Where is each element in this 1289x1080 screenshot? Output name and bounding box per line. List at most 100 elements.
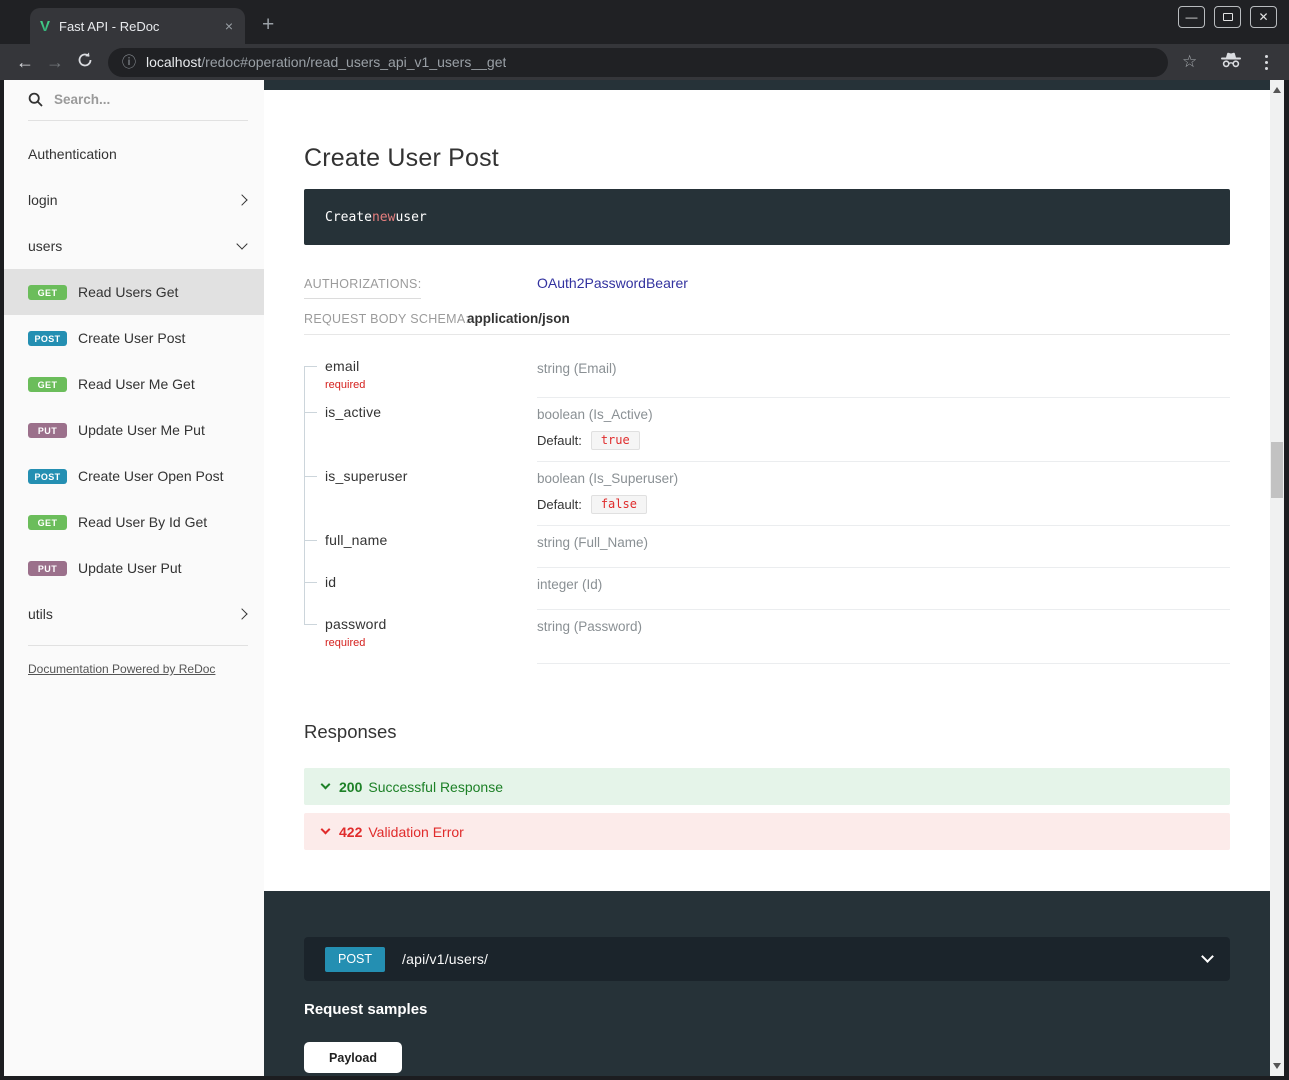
previous-panel-strip [264,80,1270,90]
url-text: localhost/redoc#operation/read_users_api… [146,54,506,70]
sidebar-operations-list: GET Read Users Get POST Create User Post… [4,269,264,591]
redoc-page: Search... Authentication login users GET… [4,80,1284,1076]
field-default: Default: true [537,431,1230,450]
field-name: full_name [325,532,388,548]
field-name: is_active [325,404,381,420]
field-type: string (Password) [537,619,642,634]
back-button[interactable]: ← [10,52,40,73]
redoc-footer-link[interactable]: Documentation Powered by ReDoc [28,662,240,676]
field-type: boolean (Is_Superuser) [537,471,678,486]
sidebar-item-users[interactable]: users [4,223,264,269]
request-samples-heading: Request samples [304,1001,427,1018]
chevron-right-icon [236,194,247,205]
response-row[interactable]: 200 Successful Response [304,768,1230,805]
scroll-down-icon[interactable] [1273,1063,1281,1069]
authorizations-row: AUTHORIZATIONS: OAuth2PasswordBearer [304,277,421,299]
schema-divider [304,334,1230,335]
sidebar-operation-create-user-post[interactable]: POST Create User Post [4,315,264,361]
field-type: integer (Id) [537,577,602,592]
schema-field-row[interactable]: id integer (Id) [304,568,1230,610]
authorizations-label: AUTHORIZATIONS: [304,277,421,299]
http-method-badge: POST [325,947,385,972]
search-placeholder: Search... [54,92,110,107]
reload-button[interactable] [76,51,94,74]
response-row[interactable]: 422 Validation Error [304,813,1230,850]
sidebar-operation-create-user-open-post[interactable]: POST Create User Open Post [4,453,264,499]
schema-label: REQUEST BODY SCHEMA: [304,312,469,326]
field-type: string (Email) [537,361,617,376]
scroll-up-icon[interactable] [1273,87,1281,93]
browser-tab[interactable]: V Fast API - ReDoc × [30,8,245,44]
schema-content-type: application/json [467,311,570,326]
schema-field-row[interactable]: is_superuser boolean (Is_Superuser) Defa… [304,462,1230,526]
sidebar-operation-update-user-put[interactable]: PUT Update User Put [4,545,264,591]
chevron-down-icon [321,780,331,790]
search-icon [28,92,43,107]
field-name: email [325,358,359,374]
schema-fields-table: email required string (Email) is_active … [304,352,1230,664]
scrollbar-thumb[interactable] [1271,442,1283,498]
forward-button[interactable]: → [40,52,70,73]
request-body-schema-row: REQUEST BODY SCHEMA: application/json [304,312,469,326]
responses-list: 200 Successful Response 422 Validation E… [304,768,1230,850]
sidebar-operation-read-users-get[interactable]: GET Read Users Get [4,269,264,315]
oauth2-link[interactable]: OAuth2PasswordBearer [537,275,688,291]
responses-heading: Responses [304,721,397,743]
bookmark-star-icon[interactable]: ☆ [1182,52,1197,72]
sidebar-item-authentication[interactable]: Authentication [4,131,264,177]
payload-tab[interactable]: Payload [304,1042,402,1073]
method-badge: POST [28,331,67,346]
endpoint-dropdown[interactable]: POST /api/v1/users/ [304,937,1230,981]
chevron-down-icon [321,825,331,835]
page-info-icon[interactable]: ⓘ [122,52,136,72]
schema-field-row[interactable]: full_name string (Full_Name) [304,526,1230,568]
method-badge: PUT [28,423,67,438]
method-badge: GET [28,515,67,530]
schema-field-row[interactable]: password required string (Password) [304,610,1230,664]
code-keyword: new [372,210,395,225]
chevron-right-icon [236,608,247,619]
vertical-scrollbar[interactable] [1270,80,1284,1076]
sidebar-item-utils[interactable]: utils [4,591,264,637]
window-minimize-button[interactable]: — [1178,6,1205,28]
main-content: Create User Post Create new user AUTHORI… [264,80,1270,1076]
field-default: Default: false [537,495,1230,514]
field-name: id [325,574,336,590]
browser-menu-icon[interactable] [1265,55,1268,70]
default-value-badge: true [591,431,640,450]
schema-field-row[interactable]: email required string (Email) [304,352,1230,398]
schema-field-row[interactable]: is_active boolean (Is_Active) Default: t… [304,398,1230,462]
required-flag: required [325,637,527,649]
required-flag: required [325,379,527,391]
sidebar-operation-update-user-me-put[interactable]: PUT Update User Me Put [4,407,264,453]
incognito-icon [1219,52,1243,73]
url-bar[interactable]: ⓘ localhost/redoc#operation/read_users_a… [108,48,1168,77]
field-type: string (Full_Name) [537,535,648,550]
new-tab-button[interactable]: + [262,14,274,35]
maximize-icon [1223,13,1233,21]
window-maximize-button[interactable] [1214,6,1241,28]
response-code: 200 [339,779,362,795]
sidebar-operation-read-user-by-id-get[interactable]: GET Read User By Id Get [4,499,264,545]
response-label: Validation Error [368,824,463,840]
default-value-badge: false [591,495,647,514]
sidebar: Search... Authentication login users GET… [4,80,264,1076]
method-badge: PUT [28,561,67,576]
browser-titlebar: V Fast API - ReDoc × + — ✕ [0,0,1289,44]
chevron-down-icon [1201,950,1214,963]
page-title: Create User Post [304,144,499,173]
sidebar-divider [28,645,248,646]
method-badge: POST [28,469,67,484]
response-code: 422 [339,824,362,840]
window-close-button[interactable]: ✕ [1250,6,1277,28]
sidebar-item-login[interactable]: login [4,177,264,223]
endpoint-path: /api/v1/users/ [402,951,1203,967]
chevron-down-icon [236,238,247,249]
tab-close-icon[interactable]: × [223,18,235,34]
samples-panel: POST /api/v1/users/ Request samples Payl… [264,891,1270,1076]
search-input[interactable]: Search... [28,92,248,121]
description-code-block: Create new user [304,189,1230,245]
sidebar-operation-read-user-me-get[interactable]: GET Read User Me Get [4,361,264,407]
method-badge: GET [28,377,67,392]
field-type: boolean (Is_Active) [537,407,653,422]
